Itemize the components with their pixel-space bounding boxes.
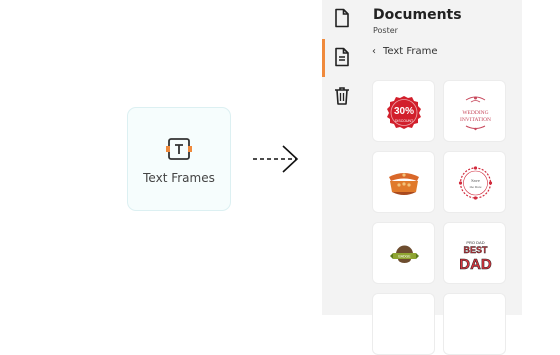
- seal-badge-text: BADGE: [398, 255, 411, 259]
- best-dad-template[interactable]: PRO DAD BEST DAD: [443, 222, 506, 284]
- text-document-icon: [335, 47, 349, 67]
- wedding-line1: WEDDING: [462, 110, 488, 116]
- text-frame-icon: [166, 138, 192, 160]
- template-tile[interactable]: [372, 293, 435, 355]
- trash-icon: [335, 87, 349, 105]
- dad-line2: BEST: [463, 245, 488, 255]
- dad-line3: DAD: [459, 256, 492, 273]
- rail-text-document-button[interactable]: [322, 39, 362, 77]
- seal-badge-template[interactable]: BADGE: [372, 222, 435, 284]
- documents-panel: Documents Poster ‹ Text Frame 30% DISCOU…: [322, 0, 560, 355]
- panel-subtitle: Poster: [373, 26, 398, 35]
- discount-badge-big-text: 30%: [394, 106, 414, 117]
- breadcrumb-back[interactable]: ‹ Text Frame: [372, 44, 438, 58]
- breadcrumb-label: Text Frame: [383, 45, 438, 57]
- text-frames-card[interactable]: Text Frames: [127, 107, 231, 211]
- rail-trash-button[interactable]: [322, 78, 362, 116]
- dashed-arrow-icon: [253, 145, 299, 173]
- icon-rail: [322, 0, 362, 315]
- wreath-line2: the Date: [470, 185, 482, 189]
- chevron-left-icon: ‹: [372, 45, 376, 57]
- template-tile[interactable]: [443, 293, 506, 355]
- document-icon: [335, 8, 349, 28]
- text-frames-label: Text Frames: [143, 171, 215, 185]
- wreath-line1: Save: [471, 178, 480, 183]
- panel-content: Documents Poster ‹ Text Frame 30% DISCOU…: [362, 0, 518, 355]
- ornate-frame-orange-template[interactable]: [372, 151, 435, 213]
- wedding-line2: INVITATION: [460, 117, 491, 123]
- panel-scroll-track[interactable]: [518, 0, 522, 315]
- wedding-invitation-template[interactable]: WEDDING INVITATION: [443, 80, 506, 142]
- discount-badge-small-text: DISCOUNT: [395, 119, 414, 123]
- rail-document-button[interactable]: [322, 0, 362, 38]
- discount-badge-template[interactable]: 30% DISCOUNT: [372, 80, 435, 142]
- floral-wreath-template[interactable]: Save the Date: [443, 151, 506, 213]
- panel-title: Documents: [373, 7, 462, 23]
